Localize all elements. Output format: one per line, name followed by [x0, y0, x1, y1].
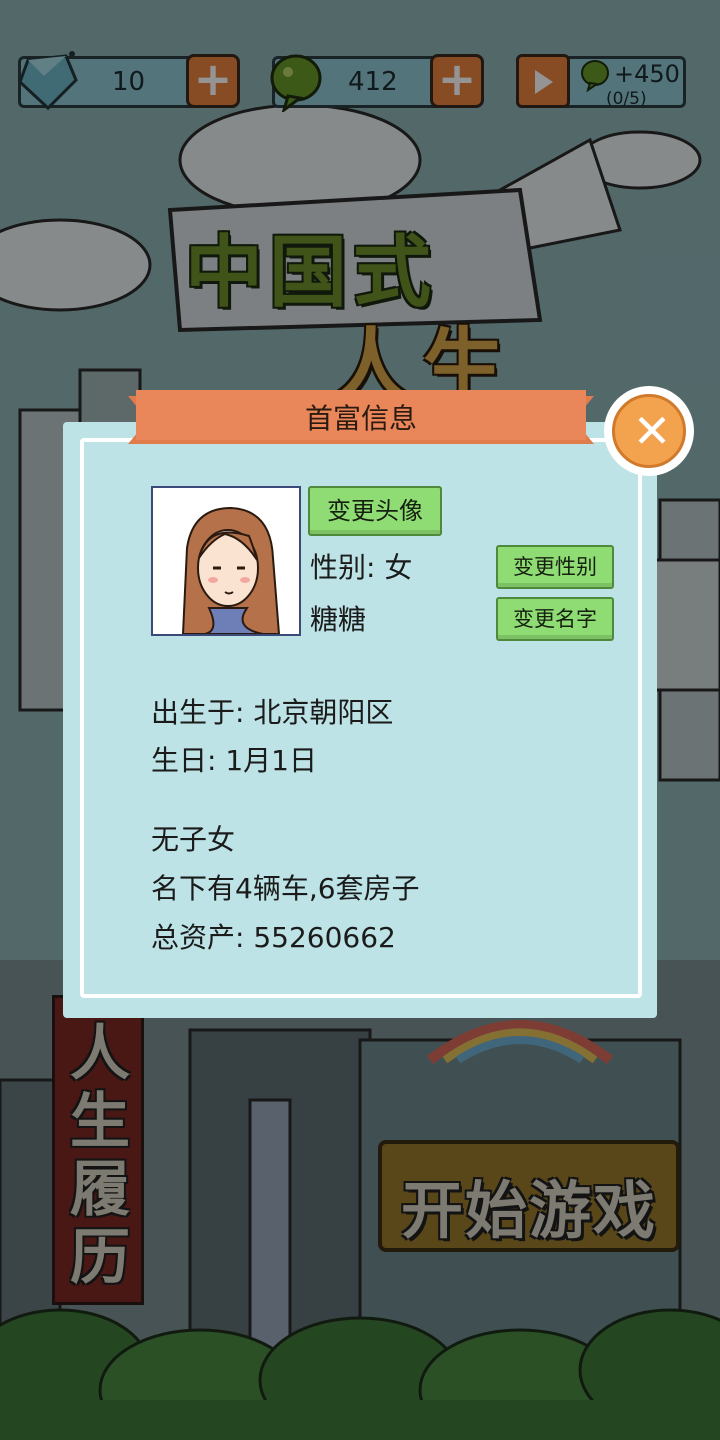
- property-summary: 名下有4辆车,6套房子: [151, 872, 420, 905]
- birthplace: 出生于: 北京朝阳区: [151, 696, 394, 729]
- gender-label: 性别: 女: [310, 551, 413, 584]
- close-button-face[interactable]: ✕: [612, 394, 686, 468]
- avatar: [151, 486, 301, 636]
- close-icon[interactable]: ✕: [615, 397, 689, 471]
- dialog-title: 首富信息: [304, 402, 417, 435]
- change-gender-button[interactable]: 变更性别: [496, 545, 614, 589]
- girl-avatar-icon: [153, 488, 299, 634]
- player-name: 糖糖: [310, 603, 367, 636]
- change-avatar-button[interactable]: 变更头像: [308, 486, 442, 536]
- close-button[interactable]: ✕: [604, 386, 694, 476]
- children-status: 无子女: [151, 823, 236, 856]
- total-assets: 总资产: 55260662: [151, 921, 396, 954]
- change-name-button[interactable]: 变更名字: [496, 597, 614, 641]
- birthday: 生日: 1月1日: [151, 744, 317, 777]
